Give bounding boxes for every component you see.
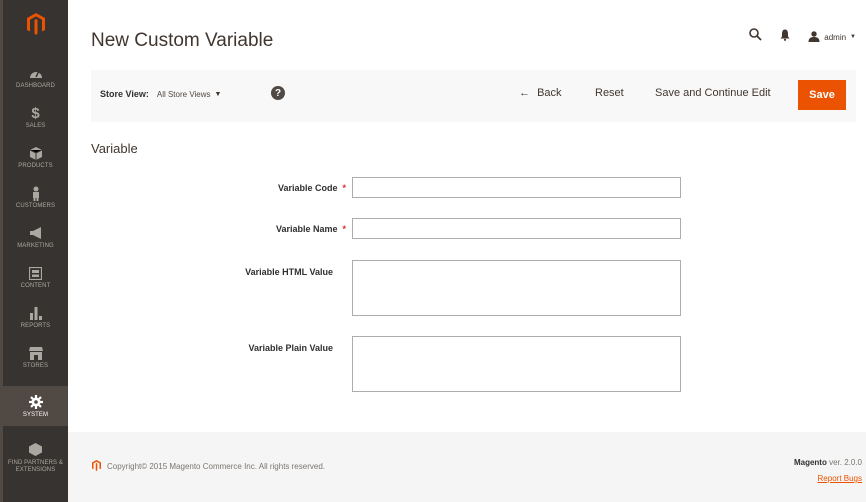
arrow-left-icon: ← <box>519 87 530 99</box>
sidebar-item-system[interactable]: SYSTEM <box>3 386 68 426</box>
sidebar-item-stores[interactable]: STORES <box>3 337 68 377</box>
sidebar-item-find-partners[interactable]: FIND PARTNERS & EXTENSIONS <box>3 434 68 480</box>
sidebar-item-label: CUSTOMERS <box>15 203 56 209</box>
variable-code-input[interactable] <box>352 177 681 198</box>
store-view-value[interactable]: All Store Views <box>157 90 211 99</box>
version-number: ver. 2.0.0 <box>829 458 862 467</box>
sidebar-item-products[interactable]: PRODUCTS <box>3 137 68 177</box>
sidebar-item-dashboard[interactable]: DASHBOARD <box>3 57 68 97</box>
cube-icon <box>29 144 42 162</box>
back-button-label: Back <box>537 87 562 99</box>
copyright-text: Copyright© 2015 Magento Commerce Inc. Al… <box>107 462 325 471</box>
sidebar-item-customers[interactable]: CUSTOMERS <box>3 177 68 217</box>
page-actions-toolbar: Store View: All Store Views ▼ ? ← Back R… <box>91 70 856 122</box>
help-question-icon[interactable]: ? <box>271 86 285 100</box>
page-footer: Copyright© 2015 Magento Commerce Inc. Al… <box>68 432 866 502</box>
save-button[interactable]: Save <box>798 80 846 110</box>
field-label-text: Variable Code <box>277 183 338 193</box>
search-icon[interactable] <box>749 28 762 46</box>
sidebar-item-label: DASHBOARD <box>16 83 55 89</box>
variable-name-label: Variable Name * <box>186 224 346 234</box>
admin-page: DASHBOARD $ SALES PRODUCTS CUSTOMERS MAR… <box>0 0 866 502</box>
sidebar-item-label: CONTENT <box>20 283 51 289</box>
store-view-switcher[interactable]: Store View: All Store Views ▼ <box>100 89 221 99</box>
extensions-icon <box>29 441 42 459</box>
brand-name: Magento <box>793 458 827 467</box>
sidebar-item-label: MARKETING <box>17 243 54 249</box>
back-button[interactable]: ← Back <box>519 87 562 99</box>
copyright: Copyright© 2015 Magento Commerce Inc. Al… <box>92 460 325 473</box>
store-icon <box>28 344 43 362</box>
user-icon <box>808 30 820 44</box>
speedometer-icon <box>29 64 43 82</box>
variable-name-input[interactable] <box>352 218 681 239</box>
variable-plain-value-textarea[interactable] <box>352 336 681 392</box>
report-bugs-link[interactable]: Report Bugs <box>818 474 862 483</box>
gear-icon <box>28 393 43 411</box>
sidebar-item-sales[interactable]: $ SALES <box>3 97 68 137</box>
sidebar-item-label: REPORTS <box>20 323 51 329</box>
field-label-text: Variable Name <box>275 224 338 234</box>
sidebar-item-label: STORES <box>22 363 49 369</box>
variable-code-label: Variable Code * <box>186 183 346 193</box>
version-info: Magento ver. 2.0.0 <box>794 458 862 467</box>
content-icon <box>29 264 42 282</box>
sidebar-item-content[interactable]: CONTENT <box>3 257 68 297</box>
sidebar: DASHBOARD $ SALES PRODUCTS CUSTOMERS MAR… <box>3 0 68 502</box>
variable-html-value-textarea[interactable] <box>352 260 681 316</box>
header-actions: admin ▼ <box>749 28 856 46</box>
chevron-down-icon: ▼ <box>850 34 856 40</box>
required-asterisk: * <box>342 224 346 234</box>
sidebar-item-label: PRODUCTS <box>18 163 53 169</box>
sidebar-item-label: SALES <box>25 123 46 129</box>
reset-button[interactable]: Reset <box>595 87 624 99</box>
sidebar-item-marketing[interactable]: MARKETING <box>3 217 68 257</box>
variable-plain-value-label: Variable Plain Value <box>248 343 333 353</box>
store-view-label: Store View: <box>100 89 149 99</box>
notifications-bell-icon[interactable] <box>780 28 790 46</box>
chevron-down-icon[interactable]: ▼ <box>215 91 222 98</box>
save-and-continue-button[interactable]: Save and Continue Edit <box>655 87 771 99</box>
sidebar-item-label: SYSTEM <box>22 412 49 418</box>
magento-logo-icon[interactable] <box>3 6 68 42</box>
section-title: Variable <box>91 141 138 156</box>
magento-logo-icon <box>92 460 101 473</box>
admin-username: admin <box>824 32 847 42</box>
dollar-icon: $ <box>31 104 40 122</box>
variable-html-value-label: Variable HTML Value <box>245 267 333 277</box>
sidebar-item-label: FIND PARTNERS & EXTENSIONS <box>8 459 63 473</box>
sidebar-item-reports[interactable]: REPORTS <box>3 297 68 337</box>
page-title: New Custom Variable <box>91 30 274 51</box>
bar-chart-icon <box>29 304 42 322</box>
megaphone-icon <box>29 224 43 242</box>
admin-user-menu[interactable]: admin ▼ <box>808 30 856 44</box>
person-icon <box>31 184 41 202</box>
required-asterisk: * <box>342 183 346 193</box>
